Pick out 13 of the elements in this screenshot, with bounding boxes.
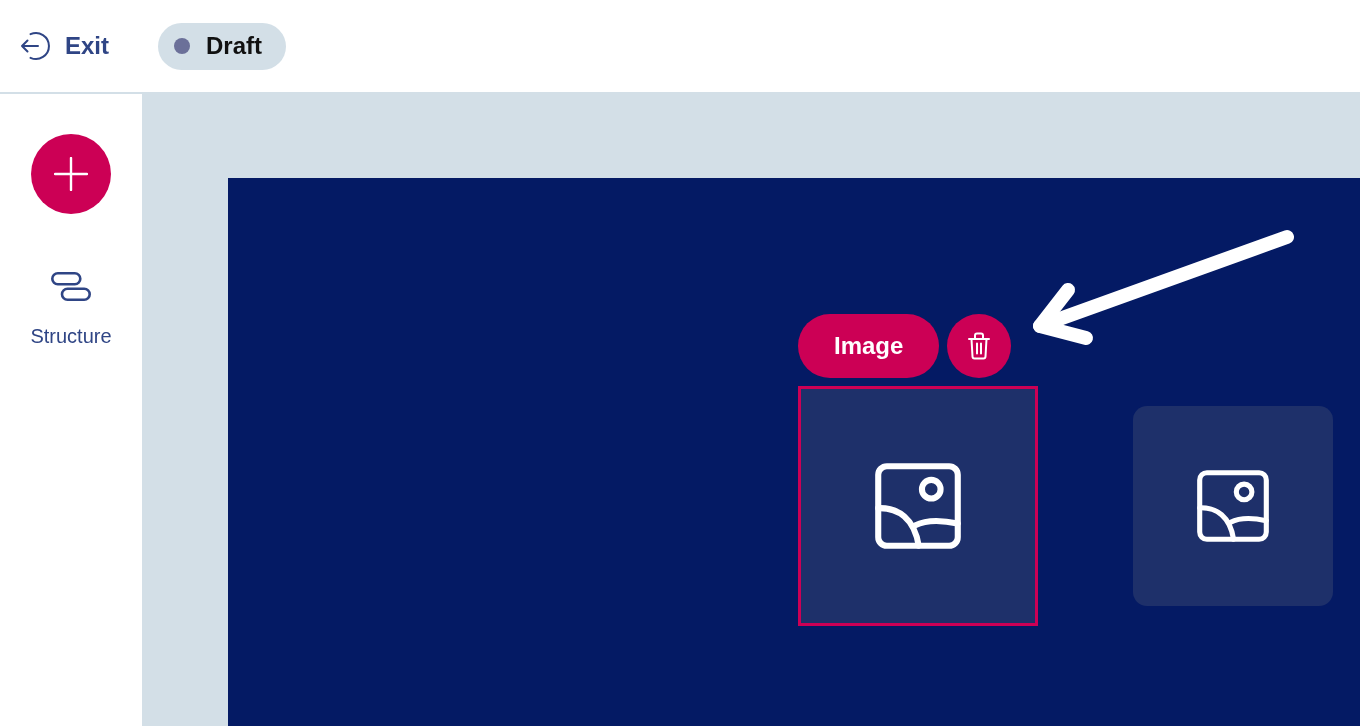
block-type-button[interactable]: Image	[798, 314, 940, 378]
exit-icon	[19, 30, 51, 62]
image-block[interactable]	[1133, 406, 1333, 606]
image-block[interactable]	[798, 386, 1038, 626]
image-icon	[875, 463, 961, 549]
image-icon	[1197, 470, 1269, 542]
status-dot-icon	[174, 38, 190, 54]
exit-link[interactable]: Exit	[19, 30, 109, 62]
sidebar-item[interactable]: Structure	[30, 272, 112, 348]
offset-bars-icon	[51, 272, 91, 301]
plus-icon	[54, 157, 88, 191]
trash-icon	[968, 332, 991, 360]
status-label: Draft	[206, 32, 263, 60]
